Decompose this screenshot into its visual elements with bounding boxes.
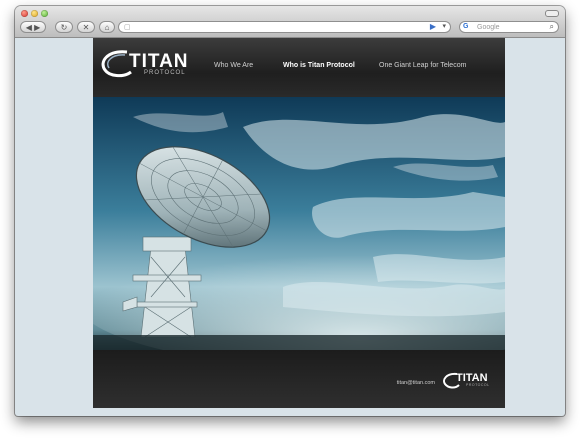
nav-who-we-are[interactable]: Who We Are [214, 62, 253, 69]
stop-icon: ✕ [82, 22, 90, 32]
browser-toolbar: ◀ ▶ ↻ ✕ ⌂ ▢ ▶ ▾ G Google ⌕ [15, 6, 565, 38]
search-field[interactable]: G Google ⌕ [459, 21, 559, 33]
site-header: TITAN PROTOCOL Who We Are Who is Titan P… [93, 38, 505, 97]
web-page: TITAN PROTOCOL Who We Are Who is Titan P… [93, 38, 505, 408]
site-logo[interactable]: TITAN PROTOCOL [101, 50, 191, 80]
go-arrow-icon[interactable]: ▶ [430, 22, 436, 31]
nav-who-is-titan[interactable]: Who is Titan Protocol [283, 62, 355, 69]
minimize-window-button[interactable] [31, 10, 38, 17]
search-icon[interactable]: ⌕ [550, 22, 554, 32]
home-icon: ⌂ [104, 22, 110, 32]
back-arrow-icon[interactable]: ◀ [26, 23, 32, 32]
hero-image-satellite-dish [93, 97, 505, 350]
google-icon[interactable]: G [463, 23, 468, 30]
footer-logo-tagline: PROTOCOL [466, 383, 490, 387]
site-footer: titan@titan.com TITAN PROTOCOL [93, 350, 505, 408]
page-icon: ▢ [124, 24, 131, 31]
zoom-window-button[interactable] [41, 10, 48, 17]
browser-window: ◀ ▶ ↻ ✕ ⌂ ▢ ▶ ▾ G Google ⌕ TITAN PROTOCO… [15, 6, 565, 416]
toolbar-toggle-button[interactable] [545, 10, 559, 17]
nav-giant-leap[interactable]: One Giant Leap for Telecom [379, 62, 466, 69]
home-button[interactable]: ⌂ [99, 21, 115, 33]
address-bar[interactable]: ▢ ▶ ▾ [118, 21, 451, 33]
stop-button[interactable]: ✕ [77, 21, 95, 33]
footer-logo[interactable]: TITAN PROTOCOL [441, 372, 493, 390]
search-placeholder: Google [477, 24, 500, 31]
logo-tagline: PROTOCOL [144, 70, 186, 76]
forward-arrow-icon[interactable]: ▶ [34, 23, 40, 32]
reload-button[interactable]: ↻ [55, 21, 73, 33]
back-forward-control[interactable]: ◀ ▶ [20, 21, 46, 33]
close-window-button[interactable] [21, 10, 28, 17]
reload-icon: ↻ [60, 22, 68, 32]
chevron-down-icon[interactable]: ▾ [442, 22, 446, 30]
contact-email-link[interactable]: titan@titan.com [397, 380, 435, 386]
